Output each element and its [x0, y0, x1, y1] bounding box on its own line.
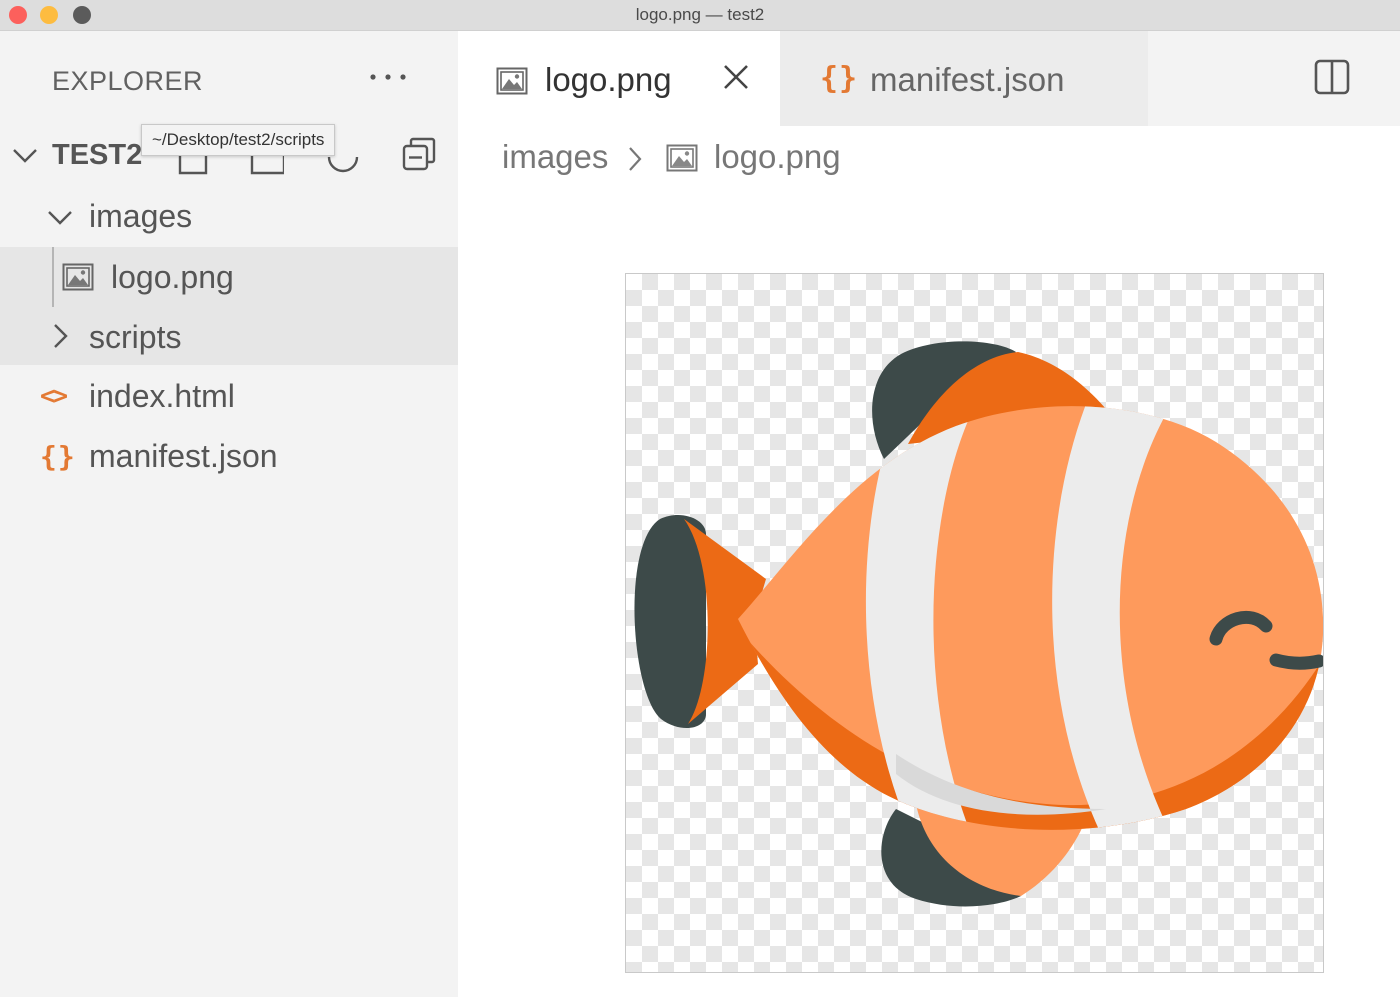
tab-logo-png[interactable]: logo.png	[458, 31, 780, 126]
tree-item-images[interactable]: images	[0, 186, 458, 246]
image-file-icon	[666, 144, 698, 172]
breadcrumb: images logo.png	[458, 126, 1400, 190]
image-preview	[625, 273, 1324, 973]
window-title: logo.png — test2	[635, 5, 765, 24]
tree-item-label: index.html	[89, 378, 235, 414]
root-folder-label: TEST2	[52, 139, 143, 171]
close-icon[interactable]	[722, 63, 750, 91]
image-file-icon	[62, 263, 94, 291]
collapse-all-icon[interactable]	[402, 137, 436, 171]
breadcrumb-item-images[interactable]: images	[502, 138, 608, 176]
editor-tab-bar: logo.png {} manifest.json	[458, 31, 1400, 126]
tree-item-label: manifest.json	[89, 438, 278, 474]
chevron-down-icon[interactable]	[47, 210, 73, 226]
clownfish-logo	[634, 341, 1323, 907]
explorer-sidebar: EXPLORER TEST2 ~/Desktop/test2/scripts i…	[0, 31, 458, 997]
tree-item-index-html[interactable]: <> index.html	[0, 366, 458, 426]
split-editor-icon[interactable]	[1314, 59, 1350, 95]
ellipsis-icon[interactable]	[368, 67, 408, 87]
json-file-icon: {}	[820, 61, 859, 96]
html-file-icon: <>	[40, 381, 68, 410]
tree-item-manifest-json[interactable]: {} manifest.json	[0, 426, 458, 486]
tab-manifest-json[interactable]: {} manifest.json	[780, 31, 1148, 126]
tail-fin-dark	[634, 514, 706, 729]
path-tooltip: ~/Desktop/test2/scripts	[141, 124, 336, 156]
tree-item-label: scripts	[89, 319, 182, 355]
indent-guide	[52, 247, 54, 307]
explorer-title: EXPLORER	[52, 66, 204, 96]
chevron-down-icon[interactable]	[12, 148, 38, 164]
tab-label: logo.png	[545, 61, 672, 98]
image-file-icon	[496, 67, 528, 95]
chevron-right-icon[interactable]	[53, 323, 69, 349]
chevron-right-icon	[629, 147, 642, 171]
tree-item-label: logo.png	[111, 259, 234, 295]
tab-label: manifest.json	[870, 61, 1065, 98]
tree-item-logo-png[interactable]: logo.png	[0, 247, 458, 307]
title-bar: logo.png — test2	[0, 0, 1400, 31]
tree-item-label: images	[89, 198, 193, 234]
json-file-icon: {}	[40, 440, 76, 473]
fish-mouth	[1269, 653, 1323, 670]
tree-item-scripts[interactable]: scripts	[0, 307, 458, 365]
breadcrumb-item-logo-png[interactable]: logo.png	[714, 138, 841, 176]
